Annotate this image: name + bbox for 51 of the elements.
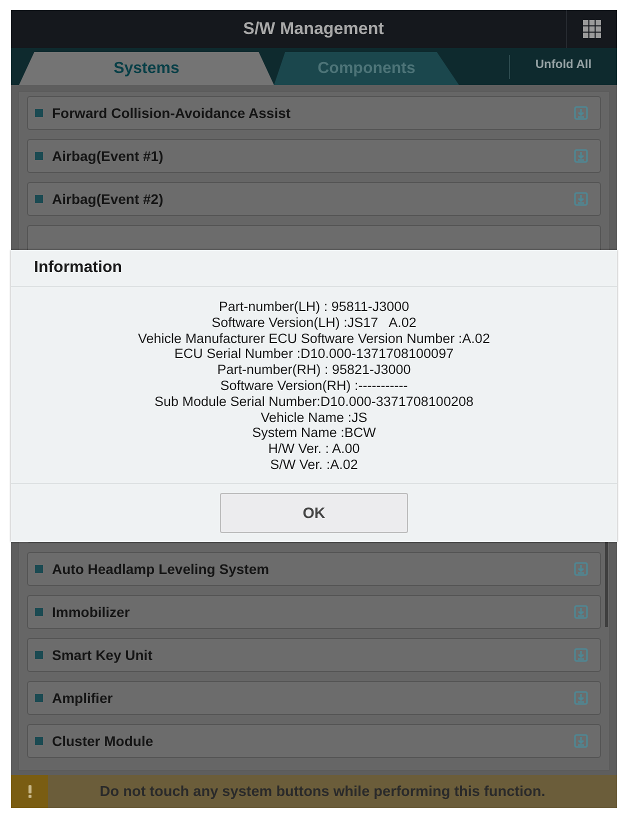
row-label: Immobilizer xyxy=(52,604,131,620)
info-line: H/W Ver. : A.00 xyxy=(268,441,360,457)
row-label: Smart Key Unit xyxy=(52,647,154,663)
list-row[interactable]: Immobilizer xyxy=(27,595,601,629)
info-line: Software Version(LH) :JS17 A.02 xyxy=(212,314,416,331)
screen-title: S/W Management xyxy=(242,19,385,39)
download-icon[interactable] xyxy=(574,106,588,120)
info-line: Software Version(RH) :----------- xyxy=(220,378,408,394)
list-row[interactable]: Amplifier xyxy=(27,681,601,715)
unfold-all-button[interactable]: Unfold All xyxy=(510,52,617,85)
download-icon[interactable] xyxy=(574,691,588,705)
info-line: Part-number(RH) : 95821-J3000 xyxy=(217,362,411,378)
row-label: Amplifier xyxy=(52,690,114,706)
download-icon[interactable] xyxy=(574,734,588,748)
row-label: Forward Collision-Avoidance Assist xyxy=(52,105,292,121)
exclamation-icon xyxy=(26,784,32,799)
info-line: Part-number(LH) : 95811-J3000 xyxy=(218,299,410,315)
bullet-icon xyxy=(35,737,43,745)
row-label: Airbag(Event #1) xyxy=(52,148,164,164)
bullet-icon xyxy=(35,608,43,616)
download-icon[interactable] xyxy=(574,605,588,619)
bullet-icon xyxy=(35,651,43,659)
download-icon[interactable] xyxy=(574,648,588,662)
info-line: Vehicle Name :JS xyxy=(260,410,368,426)
info-line: S/W Ver. :A.02 xyxy=(270,456,358,473)
ok-button[interactable]: OK xyxy=(220,493,408,533)
row-label: Auto Headlamp Leveling System xyxy=(52,561,270,577)
grid-menu-icon[interactable] xyxy=(583,20,601,38)
warning-text: Do not touch any system buttons while performing this function. xyxy=(98,784,546,800)
info-line: Vehicle Manufacturer ECU Software Version Number :A.02 xyxy=(138,330,490,346)
download-icon[interactable] xyxy=(574,562,588,576)
dialog-title: Information xyxy=(11,250,617,287)
bullet-icon xyxy=(35,152,43,160)
info-line: Sub Module Serial Number:D10.000-3371708100208 xyxy=(154,394,474,410)
bullet-icon xyxy=(35,565,43,573)
list-row[interactable]: Smart Key Unit xyxy=(27,638,601,672)
info-line: ECU Serial Number :D10.000-1371708100097 xyxy=(174,346,454,362)
list-row[interactable]: Airbag(Event #2) xyxy=(27,182,601,216)
row-label: Airbag(Event #2) xyxy=(52,191,164,207)
row-label: Cluster Module xyxy=(52,733,154,749)
tab[interactable]: Systems xyxy=(19,52,274,85)
list-row[interactable]: Cluster Module xyxy=(27,724,601,758)
info-line: System Name :BCW xyxy=(252,425,376,442)
bullet-icon xyxy=(35,694,43,702)
download-icon[interactable] xyxy=(574,149,588,163)
list-row[interactable]: Forward Collision-Avoidance Assist xyxy=(27,96,601,130)
download-icon[interactable] xyxy=(574,192,588,206)
list-row[interactable]: Auto Headlamp Leveling System xyxy=(27,552,601,586)
list-row[interactable]: Airbag(Event #1) xyxy=(27,139,601,173)
bullet-icon xyxy=(35,109,43,117)
bullet-icon xyxy=(35,195,43,203)
